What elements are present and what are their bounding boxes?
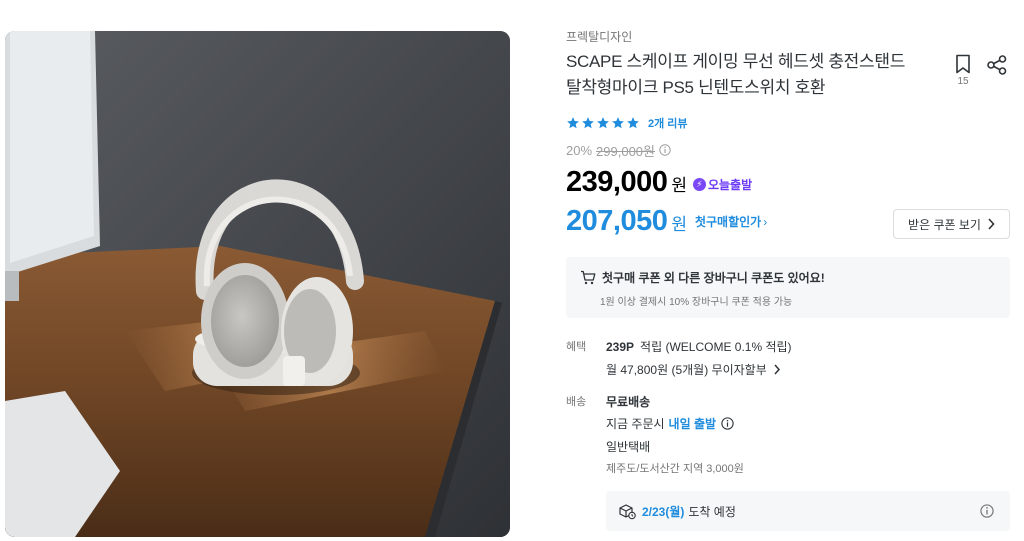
bookmark-count: 15 xyxy=(957,76,969,87)
brand-name[interactable]: 프렉탈디자인 xyxy=(566,28,632,45)
discount-row: 20% 299,000원 xyxy=(566,142,671,159)
review-count-link[interactable]: 2개 리뷰 xyxy=(648,115,688,131)
star-icon xyxy=(582,117,594,129)
points-amount: 239P xyxy=(606,340,635,354)
cart-icon xyxy=(581,270,596,285)
received-coupons-label: 받은 쿠폰 보기 xyxy=(908,217,981,232)
info-icon[interactable] xyxy=(659,144,671,156)
product-title-line-1: SCAPE 스케이프 게이밍 무선 헤드셋 충전스탠드 xyxy=(566,52,906,71)
rating-row: 2개 리뷰 xyxy=(566,115,688,131)
today-shipping-badge: ⚡ 오늘출발 xyxy=(692,176,753,193)
original-price: 299,000원 xyxy=(596,143,655,159)
received-coupons-button[interactable]: 받은 쿠폰 보기 xyxy=(893,209,1010,239)
cart-coupon-subtitle: 1원 이상 결제시 10% 장바구니 쿠폰 적용 가능 xyxy=(600,297,793,308)
product-title-line-2: 탈착형마이크 PS5 닌텐도스위치 호환 xyxy=(566,78,826,97)
shipping-label: 배송 xyxy=(566,396,587,408)
cart-coupon-notice: 첫구매 쿠폰 외 다른 장바구니 쿠폰도 있어요! 1원 이상 결제시 10% … xyxy=(566,257,1010,318)
info-icon[interactable] xyxy=(721,417,734,430)
star-rating xyxy=(566,116,640,130)
bookmark-icon xyxy=(956,54,970,74)
chevron-right-icon: › xyxy=(763,215,768,229)
share-icon xyxy=(987,55,1007,75)
coupon-price-unit: 원 xyxy=(671,215,687,234)
star-icon xyxy=(612,117,624,129)
info-icon[interactable] xyxy=(980,504,994,518)
today-shipping-label: 오늘출발 xyxy=(707,178,753,192)
star-icon xyxy=(597,117,609,129)
product-image[interactable] xyxy=(5,31,510,537)
share-button[interactable] xyxy=(986,54,1008,76)
star-icon xyxy=(627,117,639,129)
sale-price: 239,000 xyxy=(566,166,668,198)
arrival-date: 2/23(월) xyxy=(642,504,685,519)
first-purchase-discount-link[interactable]: 첫구매할인가 › xyxy=(695,213,767,230)
benefit-label: 혜택 xyxy=(566,341,587,353)
points-description: 적립 (WELCOME 0.1% 적립) xyxy=(640,340,792,354)
shipping-schedule: 지금 주문시 내일 출발 xyxy=(606,415,734,432)
order-now-text: 지금 주문시 xyxy=(606,417,665,431)
sale-price-unit: 원 xyxy=(671,176,687,195)
installment-text: 월 47,800원 (5개월) 무이자할부 xyxy=(606,363,767,377)
points-row: 239P 적립 (WELCOME 0.1% 적립) xyxy=(606,338,792,355)
chevron-right-icon xyxy=(774,364,781,375)
shipping-fee: 무료배송 xyxy=(606,395,651,409)
first-purchase-discount-label: 첫구매할인가 xyxy=(694,215,762,229)
coupon-price: 207,050 xyxy=(566,205,668,237)
shipping-type: 일반택배 xyxy=(606,440,651,454)
headset-photo-illustration xyxy=(5,31,510,537)
arrival-estimate: 2/23(월) 도착 예정 xyxy=(606,491,1010,531)
star-icon xyxy=(567,117,579,129)
product-title: SCAPE 스케이프 게이밍 무선 헤드셋 충전스탠드 탈착형마이크 PS5 닌… xyxy=(566,49,936,101)
bookmark-button[interactable]: 15 xyxy=(952,54,974,90)
shipping-extra-fee: 제주도/도서산간 지역 3,000원 xyxy=(606,463,744,475)
sale-price-row: 239,000 원 ⚡ 오늘출발 xyxy=(566,166,752,200)
installment-link[interactable]: 월 47,800원 (5개월) 무이자할부 xyxy=(606,361,781,378)
discount-rate: 20% xyxy=(566,142,593,158)
lightning-icon: ⚡ xyxy=(692,178,706,191)
delivery-box-icon xyxy=(619,503,636,519)
chevron-right-icon xyxy=(988,218,995,230)
cart-coupon-title: 첫구매 쿠폰 외 다른 장바구니 쿠폰도 있어요! xyxy=(602,271,825,285)
coupon-price-row: 207,050 원 첫구매할인가 › xyxy=(566,205,767,241)
ship-tomorrow-text: 내일 출발 xyxy=(668,417,717,431)
arrival-text: 도착 예정 xyxy=(688,504,736,519)
